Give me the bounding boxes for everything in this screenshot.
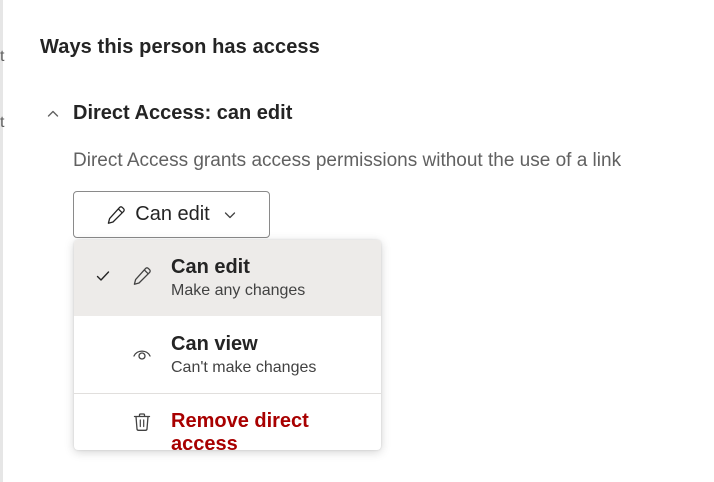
menu-item-title: Can edit — [171, 256, 250, 278]
section-heading: Ways this person has access — [40, 36, 320, 58]
permission-dropdown-label: Can edit — [135, 203, 210, 225]
permission-menu: Can edit Make any changes Can view Can't… — [74, 240, 381, 450]
direct-access-title: Direct Access: can edit — [73, 102, 293, 124]
menu-item-subtitle: Can't make changes — [171, 359, 317, 376]
menu-item-can-edit[interactable]: Can edit Make any changes — [74, 240, 381, 316]
chevron-down-icon — [224, 211, 235, 218]
menu-item-can-view[interactable]: Can view Can't make changes — [74, 317, 381, 393]
chevron-up-icon[interactable] — [44, 105, 62, 123]
menu-item-title: Can view — [171, 333, 258, 355]
menu-item-subtitle: Make any changes — [171, 282, 306, 299]
direct-access-header[interactable]: Direct Access: can edit — [44, 102, 292, 125]
checkmark-icon — [96, 271, 110, 281]
menu-item-remove-direct-access[interactable]: Remove direct access — [74, 394, 381, 450]
background-text-fragment: t — [0, 48, 5, 65]
remove-direct-access-label: Remove direct access — [171, 410, 309, 450]
trash-icon — [133, 413, 151, 431]
left-panel-edge — [0, 0, 3, 482]
background-text-fragment: t — [0, 114, 5, 131]
direct-access-description: Direct Access grants access permissions … — [73, 150, 622, 171]
pencil-icon — [133, 267, 151, 285]
pencil-icon — [108, 205, 126, 224]
eye-icon — [133, 350, 151, 360]
permission-dropdown-button[interactable]: Can edit — [73, 191, 270, 238]
